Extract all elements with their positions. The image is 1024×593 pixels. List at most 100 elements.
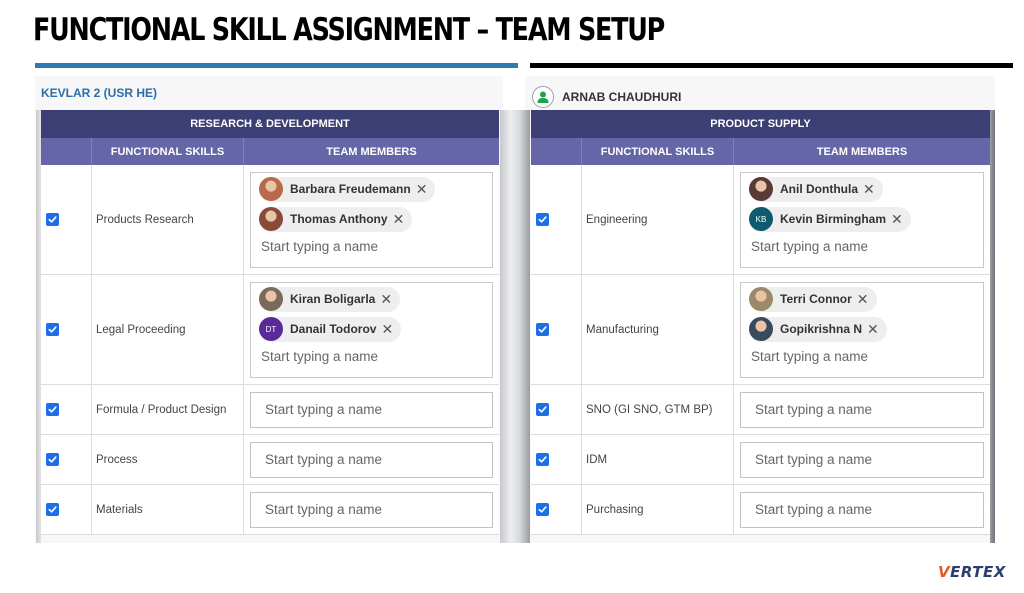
- owner-name: ARNAB CHAUDHURI: [562, 90, 682, 104]
- select-cell: [531, 165, 581, 274]
- skill-checkbox[interactable]: [536, 403, 549, 416]
- panel-divider-shadow: [500, 110, 530, 543]
- people-search-input[interactable]: Start typing a name: [259, 349, 484, 364]
- skill-checkbox[interactable]: [46, 403, 59, 416]
- remove-member-icon[interactable]: ✕: [381, 322, 393, 336]
- members-cell: Barbara Freudemann ✕ Thomas Anthony ✕ Start …: [243, 165, 499, 274]
- member-chip[interactable]: Thomas Anthony ✕: [259, 206, 413, 232]
- people-search-input[interactable]: Start typing a name: [250, 391, 493, 428]
- table-row: IDM Start typing a name: [531, 435, 990, 485]
- member-chip-line: Barbara Freudemann ✕: [259, 176, 484, 207]
- skill-checkbox[interactable]: [46, 323, 59, 336]
- avatar: KB: [749, 207, 773, 231]
- skill-checkbox[interactable]: [536, 213, 549, 226]
- select-cell: [531, 435, 581, 484]
- people-search-input[interactable]: Start typing a name: [740, 491, 984, 528]
- member-chip[interactable]: DT Danail Todorov ✕: [259, 316, 402, 342]
- column-header-select: [41, 138, 91, 165]
- member-chip[interactable]: Kiran Boligarla ✕: [259, 286, 401, 312]
- members-cell: Kiran Boligarla ✕ DT Danail Todorov ✕ Start t…: [243, 275, 499, 384]
- skill-checkbox[interactable]: [46, 453, 59, 466]
- member-chip[interactable]: Gopikrishna N ✕: [749, 316, 887, 342]
- avatar: [259, 287, 283, 311]
- member-name: Barbara Freudemann: [290, 182, 411, 196]
- team-name: KEVLAR 2 (USR HE): [41, 86, 158, 100]
- member-name: Terri Connor: [780, 292, 852, 306]
- members-cell: Start typing a name: [733, 385, 990, 434]
- members-cell: Start typing a name: [733, 485, 990, 534]
- member-chip[interactable]: Barbara Freudemann ✕: [259, 176, 436, 202]
- member-name: Kiran Boligarla: [290, 292, 376, 306]
- member-name: Gopikrishna N: [780, 322, 863, 336]
- remove-member-icon[interactable]: ✕: [380, 292, 392, 306]
- skill-checkbox[interactable]: [46, 503, 59, 516]
- select-cell: [41, 435, 91, 484]
- members-cell: Start typing a name: [733, 435, 990, 484]
- skills-table-ps: PRODUCT SUPPLY FUNCTIONAL SKILLS TEAM MEMB…: [531, 110, 990, 535]
- people-picker[interactable]: Kiran Boligarla ✕ DT Danail Todorov ✕ Start t…: [250, 281, 493, 378]
- remove-member-icon[interactable]: ✕: [416, 182, 428, 196]
- column-header-row: FUNCTIONAL SKILLS TEAM MEMBERS: [41, 138, 499, 165]
- member-name: Anil Donthula: [780, 182, 858, 196]
- select-cell: [41, 485, 91, 534]
- people-search-input[interactable]: Start typing a name: [740, 441, 984, 478]
- user-icon: [532, 86, 554, 108]
- member-chip-line: Gopikrishna N ✕: [749, 316, 975, 347]
- people-picker[interactable]: Terri Connor ✕ Gopikrishna N ✕ Start typing …: [740, 281, 984, 378]
- member-chip-line: Anil Donthula ✕: [749, 176, 975, 207]
- table-row: Engineering Anil Donthula ✕ KB Kevin Birming…: [531, 165, 990, 275]
- people-search-input[interactable]: Start typing a name: [749, 349, 975, 364]
- panel-label-left: KEVLAR 2 (USR HE): [41, 86, 157, 100]
- people-search-input[interactable]: Start typing a name: [250, 491, 493, 528]
- table-row: Materials Start typing a name: [41, 485, 499, 535]
- member-name: Danail Todorov: [290, 322, 377, 336]
- members-cell: Anil Donthula ✕ KB Kevin Birmingham ✕ Start t…: [733, 165, 990, 274]
- member-chip-line: KB Kevin Birmingham ✕: [749, 206, 975, 237]
- panel-edge-shadow: [990, 110, 995, 543]
- remove-member-icon[interactable]: ✕: [863, 182, 875, 196]
- skill-name: Formula / Product Design: [91, 385, 243, 434]
- right-accent-bar: [530, 63, 1013, 68]
- member-chip[interactable]: Terri Connor ✕: [749, 286, 877, 312]
- skill-checkbox[interactable]: [536, 503, 549, 516]
- people-picker[interactable]: Anil Donthula ✕ KB Kevin Birmingham ✕ Start t…: [740, 171, 984, 268]
- avatar: [749, 317, 773, 341]
- avatar: [259, 177, 283, 201]
- member-chip[interactable]: KB Kevin Birmingham ✕: [749, 206, 911, 232]
- table-row: Formula / Product Design Start typing a n…: [41, 385, 499, 435]
- panel-edge-shadow: [36, 110, 41, 543]
- skill-name: Products Research: [91, 165, 243, 274]
- skill-name: Process: [91, 435, 243, 484]
- avatar: [749, 287, 773, 311]
- people-search-input[interactable]: Start typing a name: [740, 391, 984, 428]
- remove-member-icon[interactable]: ✕: [867, 322, 879, 336]
- select-cell: [41, 385, 91, 434]
- group-header: PRODUCT SUPPLY: [531, 110, 990, 138]
- skill-checkbox[interactable]: [536, 453, 549, 466]
- skills-table-rd: RESEARCH & DEVELOPMENT FUNCTIONAL SKILLS T…: [41, 110, 499, 535]
- skill-checkbox[interactable]: [46, 213, 59, 226]
- people-picker[interactable]: Barbara Freudemann ✕ Thomas Anthony ✕ Start …: [250, 171, 493, 268]
- people-search-input[interactable]: Start typing a name: [749, 239, 975, 254]
- skill-name: Purchasing: [581, 485, 733, 534]
- people-search-input[interactable]: Start typing a name: [259, 239, 484, 254]
- skill-name: SNO (GI SNO, GTM BP): [581, 385, 733, 434]
- table-row: Manufacturing Terri Connor ✕ Gopikrishna N ✕…: [531, 275, 990, 385]
- remove-member-icon[interactable]: ✕: [857, 292, 869, 306]
- slide-title: FUNCTIONAL SKILL ASSIGNMENT – TEAM SETUP: [33, 12, 665, 48]
- avatar: [749, 177, 773, 201]
- skill-checkbox[interactable]: [536, 323, 549, 336]
- column-header-members: TEAM MEMBERS: [243, 138, 499, 165]
- column-header-skills: FUNCTIONAL SKILLS: [581, 138, 733, 165]
- vertex-logo: VERTEX: [938, 563, 1006, 581]
- skill-name: Legal Proceeding: [91, 275, 243, 384]
- skill-name: Engineering: [581, 165, 733, 274]
- member-name: Kevin Birmingham: [780, 212, 887, 226]
- people-search-input[interactable]: Start typing a name: [250, 441, 493, 478]
- remove-member-icon[interactable]: ✕: [393, 212, 405, 226]
- panel-label-right: ARNAB CHAUDHURI: [532, 86, 681, 108]
- remove-member-icon[interactable]: ✕: [891, 212, 903, 226]
- avatar: DT: [259, 317, 283, 341]
- member-chip[interactable]: Anil Donthula ✕: [749, 176, 883, 202]
- column-header-skills: FUNCTIONAL SKILLS: [91, 138, 243, 165]
